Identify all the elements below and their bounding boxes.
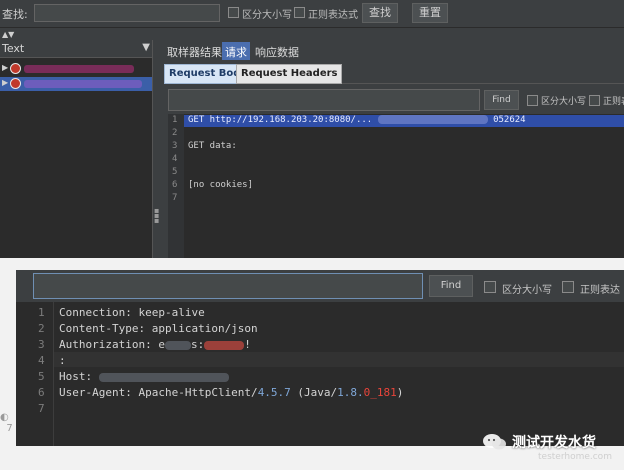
case-sensitive-checkbox[interactable] [228,7,239,18]
tree-row[interactable]: ▶ [0,62,152,76]
case-sensitive-label: 区分大小写 [242,10,292,21]
redacted-url-part [377,115,488,124]
current-line-highlight [54,352,624,367]
reset-button[interactable]: 重置 [412,3,448,23]
headers-search-input[interactable] [33,273,423,299]
regex-checkbox[interactable] [589,95,600,106]
header-authorization: Authorization: e s:! [59,338,251,351]
search-button[interactable]: 查找 [362,3,398,23]
case-sensitive-label: 区分大小写 [541,97,587,107]
error-shield-icon [10,78,21,89]
wechat-icon [483,434,506,450]
request-subtabs: Request Body Request Headers [164,64,624,84]
regex-checkbox[interactable] [562,281,574,293]
regex-checkbox[interactable] [294,7,305,18]
line-text: GET data: [188,141,237,151]
partial-icon: ◐ 7 [0,412,13,434]
headers-search-bar: Find 区分大小写 正则表达 [16,270,624,302]
line-number: 6 [172,180,178,190]
request-headers-panel: Find 区分大小写 正则表达 1 Connection: keep-alive… [16,270,624,446]
line-text: [no cookies] [188,180,254,190]
jmeter-results-panel: 查找: 区分大小写 正则表达式 查找 重置 ▲▼ Text ▼ ▶ ▶ ▪ ▪ ▪ … [0,0,624,258]
expand-icon[interactable]: ▶ [2,78,8,87]
line-number: 5 [172,167,178,177]
redacted-sampler-name [24,80,142,88]
java-version-b: 0_181 [363,386,397,399]
tab-request[interactable]: 请求 [222,42,250,60]
tree-header[interactable]: Text ▼ [0,40,152,58]
line-number: 3 [38,338,45,351]
watermark-sub: testerhome.com [538,452,612,462]
text-search-input[interactable] [168,89,480,111]
tree-header-label: Text [2,42,25,55]
auth-suffix: ! [244,338,251,351]
header-user-agent: User-Agent: Apache-HttpClient/4.5.7 (Jav… [59,386,403,399]
expand-icon[interactable]: ▶ [2,63,8,72]
case-sensitive-checkbox[interactable] [484,281,496,293]
results-tree: Text ▼ ▶ ▶ ▪ ▪ ▪ [0,40,160,258]
case-sensitive-checkbox[interactable] [527,95,538,106]
redacted-token-red [204,340,245,350]
tree-row-selected[interactable]: ▶ [0,77,152,91]
header-content-type: Content-Type: application/json [59,322,258,335]
ua-end: ) [396,386,404,399]
tree-scrollbar[interactable] [152,40,160,258]
find-button[interactable]: Find [484,90,519,110]
host-label: Host: [59,370,99,383]
tab-request-headers[interactable]: Request Headers [236,64,343,84]
ua-mid: (Java/ [290,386,338,399]
line-number: 4 [172,154,178,164]
watermark-text: 测试开发水货 [512,435,596,451]
auth-prefix: Authorization: e [59,338,165,351]
line-number: 4 [38,354,45,367]
case-sensitive-label: 区分大小写 [502,285,552,296]
ua-version: 4.5.7 [257,386,291,399]
tab-response-data[interactable]: 响应数据 [252,42,302,60]
redacted-host [98,372,229,382]
collapse-arrow-icon[interactable]: ▲▼ [2,30,14,39]
line-number: 2 [38,322,45,335]
auth-mid: s: [190,338,205,351]
regex-label: 正则表达式 [308,10,358,21]
error-shield-icon [10,63,21,74]
header-connection: Connection: keep-alive [59,306,205,319]
line-number: 1 [172,115,178,125]
line-number: 3 [172,141,178,151]
redacted-sampler-name [24,65,134,73]
line-number: 2 [172,128,178,138]
find-button[interactable]: Find [429,275,473,297]
line-number: 5 [38,370,45,383]
url-suffix: 052624 [493,115,526,125]
wechat-watermark: 测试开发水货 testerhome.com [482,430,622,466]
filter-label: 查找: [2,8,28,21]
split-handle-icon[interactable]: ▪ ▪ ▪ [154,207,159,225]
header-blank: : [59,354,66,367]
request-body-editor[interactable]: 1 GET http://192.168.203.20:8080/... 052… [168,114,624,258]
line-text: GET http://192.168.203.20:8080/... 05262… [188,115,526,125]
header-host: Host: [59,370,229,383]
line-number: 1 [38,306,45,319]
request-url: GET http://192.168.203.20:8080/... [188,115,373,125]
java-version-a: 1.8. [337,386,364,399]
ua-prefix: User-Agent: Apache-HttpClient/ [59,386,258,399]
line-number: 7 [38,402,45,415]
redacted-token [164,340,191,350]
regex-label: 正则表达 [580,285,620,296]
line-gutter [16,302,54,446]
line-number: 6 [38,386,45,399]
tab-sampler-result[interactable]: 取样器结果 [164,42,225,60]
regex-label: 正则表 [603,97,624,107]
filter-input[interactable] [34,4,220,22]
line-number: 7 [172,193,178,203]
chevron-down-icon[interactable]: ▼ [142,42,150,53]
search-toolbar: 查找: 区分大小写 正则表达式 查找 重置 [0,0,624,28]
